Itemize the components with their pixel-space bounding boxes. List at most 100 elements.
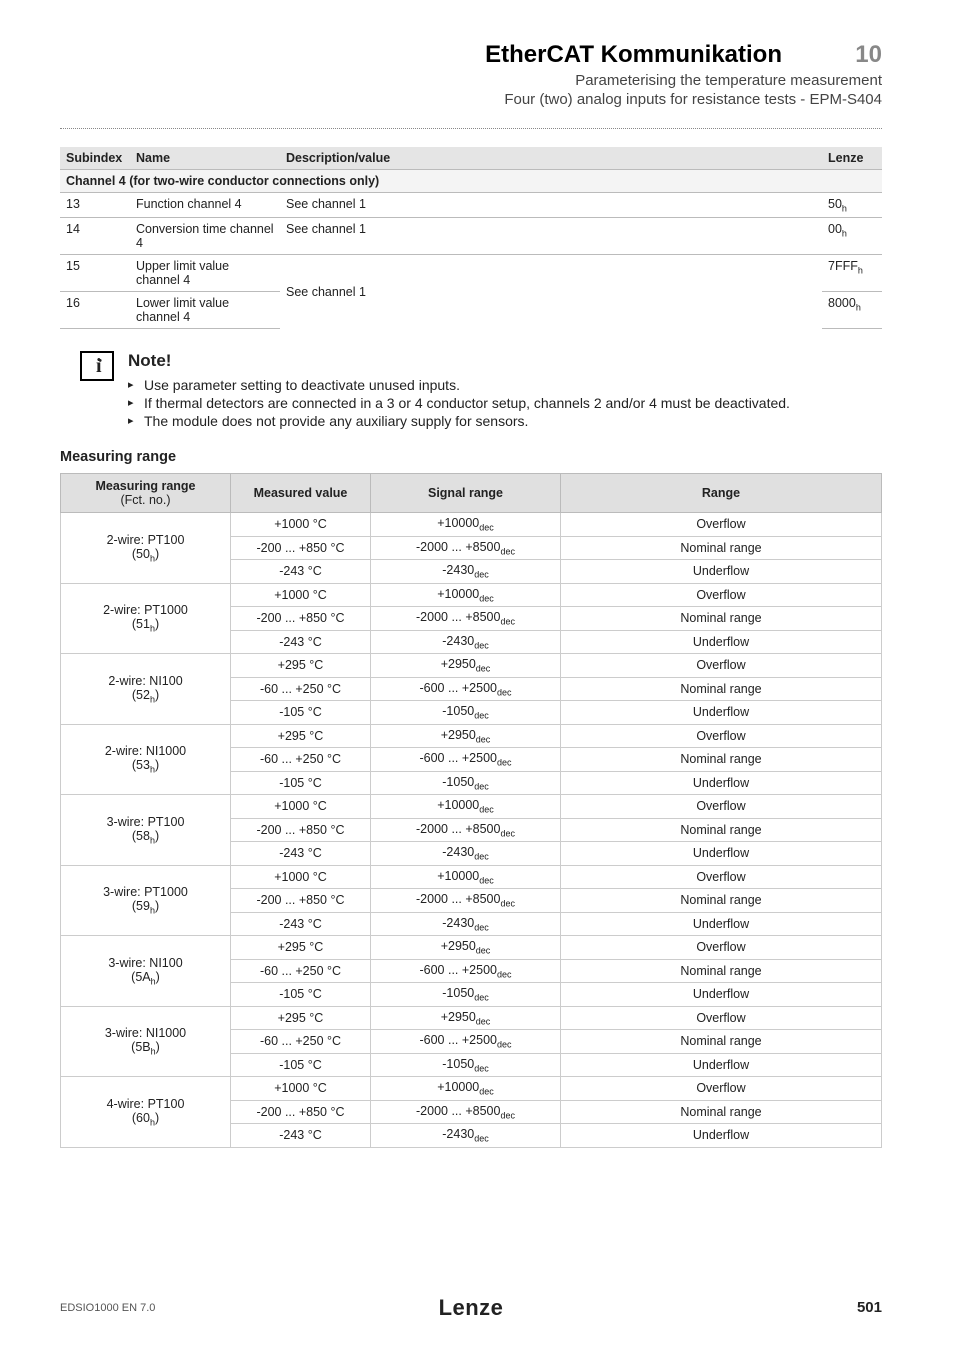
t2-measured-value: -200 ... +850 °C (231, 889, 371, 913)
table-row: 13Function channel 4See channel 150h (60, 192, 882, 218)
t2-measured-value: +295 °C (231, 654, 371, 678)
t2-measured-value: -243 °C (231, 912, 371, 936)
t2-signal-range: -2000 ... +8500dec (371, 1100, 561, 1124)
t1-description: See channel 1 (280, 218, 822, 255)
table-row: 3-wire: NI1000(5Bh)+295 °C+2950decOverfl… (61, 1006, 882, 1030)
t2-signal-range: +10000dec (371, 513, 561, 537)
header-title: EtherCAT Kommunikation (485, 40, 782, 70)
t1-subindex: 15 (60, 255, 130, 292)
measuring-range-table: Measuring range (Fct. no.) Measured valu… (60, 473, 882, 1148)
header-rule (60, 128, 882, 129)
header-chapter-number: 10 (822, 40, 882, 70)
t2-signal-range: +2950dec (371, 654, 561, 678)
table-row: 3-wire: NI100(5Ah)+295 °C+2950decOverflo… (61, 936, 882, 960)
footer-left: EDSIO1000 EN 7.0 (60, 1302, 155, 1314)
t2-signal-range: -600 ... +2500dec (371, 748, 561, 772)
t2-signal-range: +2950dec (371, 936, 561, 960)
t2-measured-value: -105 °C (231, 983, 371, 1007)
t2-measured-value: -200 ... +850 °C (231, 607, 371, 631)
t2-measured-value: -60 ... +250 °C (231, 959, 371, 983)
footer-center-logo: Lenze (60, 1295, 882, 1321)
note-list: Use parameter setting to deactivate unus… (128, 377, 882, 429)
info-icon: i (80, 351, 114, 381)
note-block: i Note! Use parameter setting to deactiv… (80, 351, 882, 431)
t2-signal-range: -2430dec (371, 630, 561, 654)
t2-range: Overflow (561, 1077, 882, 1101)
t2-range: Overflow (561, 1006, 882, 1030)
t2-signal-range: -600 ... +2500dec (371, 1030, 561, 1054)
t1-lenze: 7FFFh (822, 255, 882, 292)
t2-range: Nominal range (561, 536, 882, 560)
t2-measured-value: +1000 °C (231, 795, 371, 819)
t2-range: Underflow (561, 983, 882, 1007)
t2-measured-value: -105 °C (231, 1053, 371, 1077)
t2-measured-value: -243 °C (231, 630, 371, 654)
t2-group-label: 2-wire: NI100(52h) (61, 654, 231, 725)
t2-group-label: 3-wire: NI1000(5Bh) (61, 1006, 231, 1077)
t2-signal-range: +10000dec (371, 1077, 561, 1101)
table-row: 3-wire: PT100(58h)+1000 °C+10000decOverf… (61, 795, 882, 819)
t2-group-label: 3-wire: NI100(5Ah) (61, 936, 231, 1007)
t2-range: Underflow (561, 912, 882, 936)
table-row: 15Upper limit value channel 4See channel… (60, 255, 882, 292)
t1-name: Conversion time channel 4 (130, 218, 280, 255)
t2-measured-value: -200 ... +850 °C (231, 818, 371, 842)
t2-signal-range: -1050dec (371, 983, 561, 1007)
note-title: Note! (128, 351, 882, 371)
t2-measured-value: +1000 °C (231, 583, 371, 607)
t2-measured-value: -105 °C (231, 701, 371, 725)
t2-range: Underflow (561, 630, 882, 654)
t2-signal-range: +2950dec (371, 724, 561, 748)
t2-signal-range: +2950dec (371, 1006, 561, 1030)
t1-name: Lower limit value channel 4 (130, 292, 280, 329)
t2-measured-value: -60 ... +250 °C (231, 748, 371, 772)
header-subtitle-1: Parameterising the temperature measureme… (60, 72, 882, 91)
parameter-table: Subindex Name Description/value Lenze Ch… (60, 147, 882, 330)
t2-range: Overflow (561, 513, 882, 537)
t2-h-measuring-range: Measuring range (Fct. no.) (61, 474, 231, 513)
measuring-range-heading: Measuring range (60, 449, 882, 465)
t2-h-signal-range: Signal range (371, 474, 561, 513)
t2-measured-value: +295 °C (231, 724, 371, 748)
t1-lenze: 00h (822, 218, 882, 255)
table-row: 2-wire: NI100(52h)+295 °C+2950decOverflo… (61, 654, 882, 678)
t2-group-label: 2-wire: PT100(50h) (61, 513, 231, 584)
t2-range: Overflow (561, 936, 882, 960)
t2-measured-value: +1000 °C (231, 513, 371, 537)
table-row: 2-wire: PT1000(51h)+1000 °C+10000decOver… (61, 583, 882, 607)
t2-signal-range: -600 ... +2500dec (371, 677, 561, 701)
t2-group-label: 3-wire: PT1000(59h) (61, 865, 231, 936)
t2-range: Overflow (561, 583, 882, 607)
t2-signal-range: -2000 ... +8500dec (371, 889, 561, 913)
t2-group-label: 2-wire: PT1000(51h) (61, 583, 231, 654)
t2-h-range: Range (561, 474, 882, 513)
t2-h-measured-value: Measured value (231, 474, 371, 513)
t2-measured-value: -243 °C (231, 1124, 371, 1148)
t2-measured-value: +295 °C (231, 1006, 371, 1030)
t2-signal-range: -2000 ... +8500dec (371, 607, 561, 631)
table-row: 2-wire: PT100(50h)+1000 °C+10000decOverf… (61, 513, 882, 537)
table-row: 2-wire: NI1000(53h)+295 °C+2950decOverfl… (61, 724, 882, 748)
t2-range: Overflow (561, 654, 882, 678)
t2-signal-range: -2430dec (371, 912, 561, 936)
t2-measured-value: +295 °C (231, 936, 371, 960)
t1-section-row: Channel 4 (for two-wire conductor connec… (60, 169, 882, 192)
t1-lenze: 8000h (822, 292, 882, 329)
t2-measured-value: -243 °C (231, 842, 371, 866)
t2-measured-value: -200 ... +850 °C (231, 536, 371, 560)
t1-h-subindex: Subindex (60, 147, 130, 170)
table-row: 14Conversion time channel 4See channel 1… (60, 218, 882, 255)
t2-measured-value: -105 °C (231, 771, 371, 795)
footer-page-number: 501 (857, 1299, 882, 1316)
t1-description: See channel 1 (280, 255, 822, 329)
t1-subindex: 13 (60, 192, 130, 218)
table-row: 4-wire: PT100(60h)+1000 °C+10000decOverf… (61, 1077, 882, 1101)
t2-measured-value: +1000 °C (231, 865, 371, 889)
t2-range: Nominal range (561, 959, 882, 983)
t2-signal-range: -1050dec (371, 701, 561, 725)
header-subtitle-2: Four (two) analog inputs for resistance … (60, 91, 882, 110)
t1-description: See channel 1 (280, 192, 822, 218)
page-footer: EDSIO1000 EN 7.0 Lenze 501 (60, 1299, 882, 1316)
t1-lenze: 50h (822, 192, 882, 218)
t2-signal-range: -2000 ... +8500dec (371, 818, 561, 842)
